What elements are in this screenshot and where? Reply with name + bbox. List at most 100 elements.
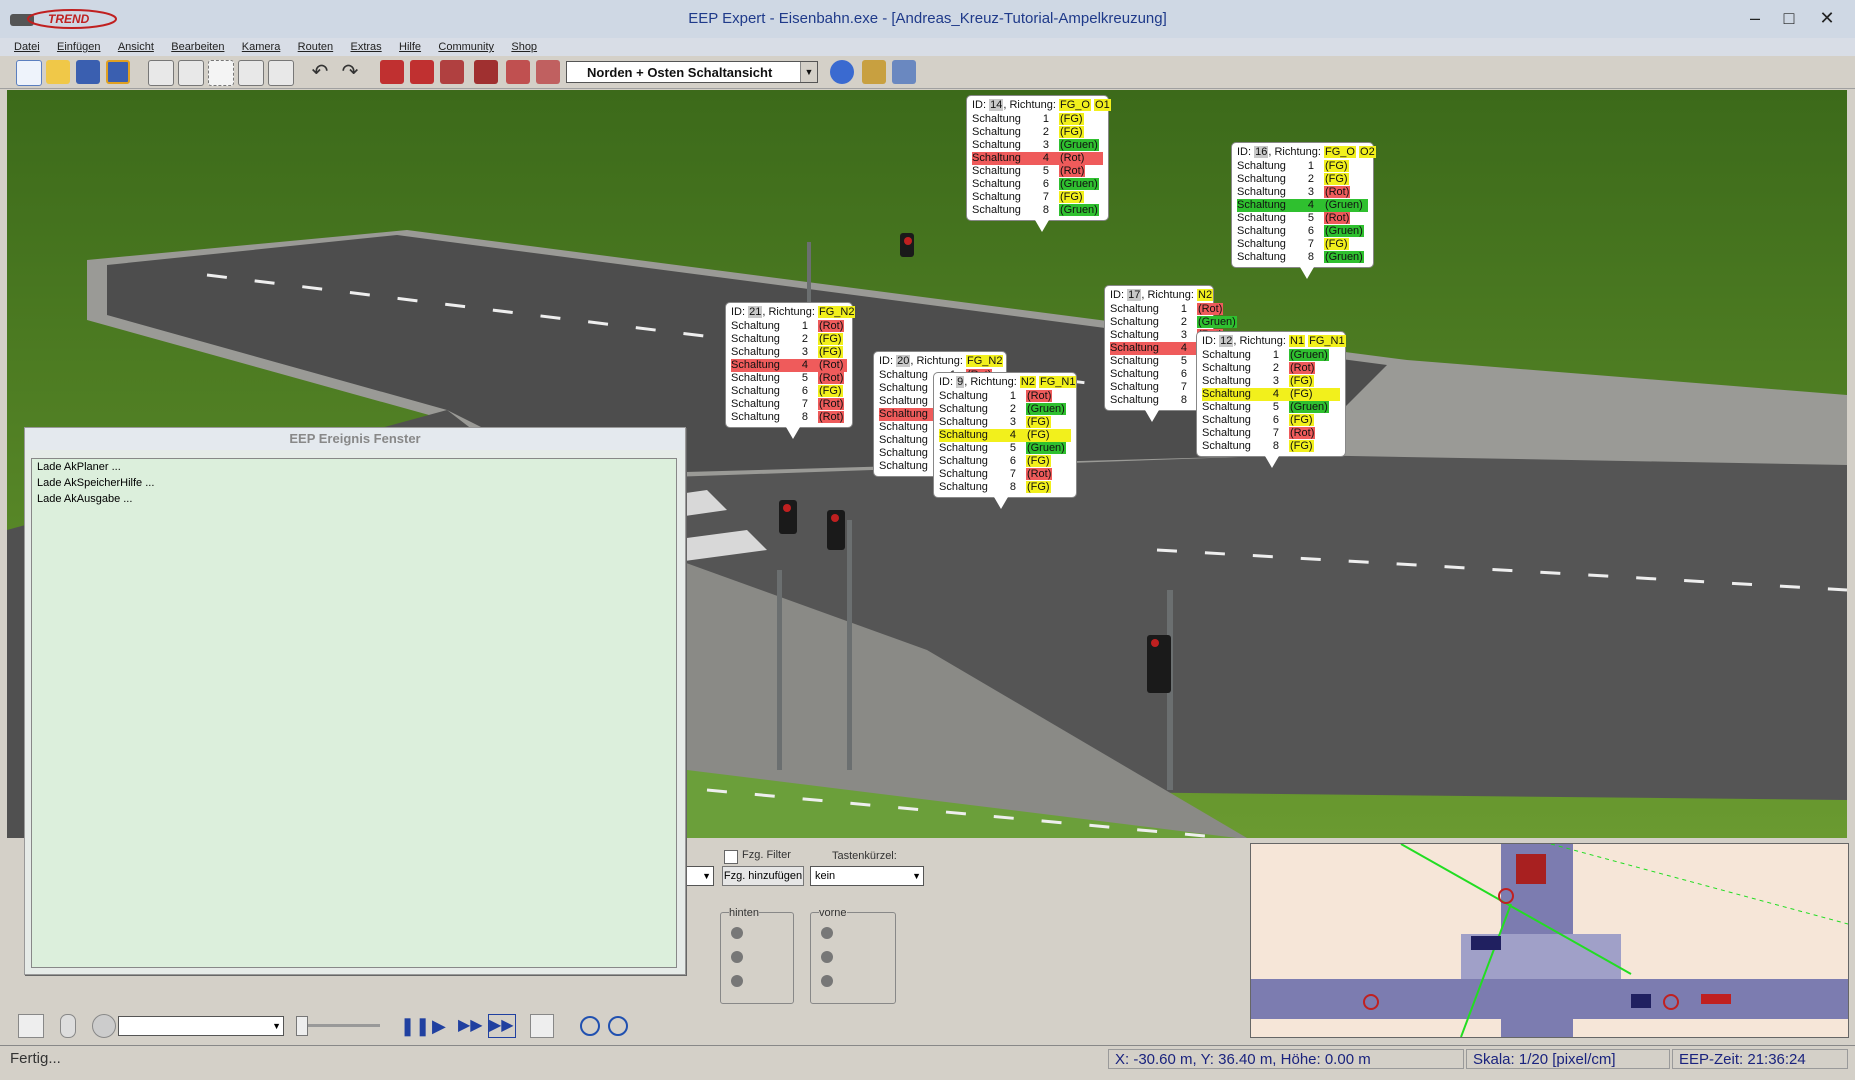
schaltung-row: Schaltung 6 (FG) xyxy=(939,455,1071,468)
schaltung-label: Schaltung xyxy=(1202,388,1251,400)
pause-icon[interactable]: ❚❚ xyxy=(400,1016,430,1036)
schaltung-number: 7 xyxy=(1307,238,1314,250)
menu-shop[interactable]: Shop xyxy=(511,38,537,56)
signal-state: (FG) xyxy=(1323,160,1349,172)
event-window[interactable]: EEP Ereignis Fenster Lade AkPlaner ... L… xyxy=(24,427,686,975)
lua-icon[interactable] xyxy=(892,60,916,84)
schaltung-label: Schaltung xyxy=(879,369,928,381)
vorne-label: vorne xyxy=(819,907,847,919)
menu-bearbeiten[interactable]: Bearbeiten xyxy=(171,38,224,56)
track-icon-2[interactable] xyxy=(410,60,434,84)
schaltung-label: Schaltung xyxy=(939,442,988,454)
schaltung-label: Schaltung xyxy=(1202,414,1251,426)
bubble-header: ID: 21, Richtung: FG_N2 xyxy=(731,306,856,319)
maximize-button[interactable]: □ xyxy=(1772,6,1806,30)
coupling-radio[interactable] xyxy=(731,927,743,939)
tools-icon[interactable] xyxy=(862,60,886,84)
select-icon[interactable] xyxy=(208,60,234,86)
schaltung-row: Schaltung 1 (FG) xyxy=(1237,160,1368,173)
coupling-radio[interactable] xyxy=(821,975,833,987)
signal-state: (Gruen) xyxy=(1323,225,1364,237)
paste-icon[interactable] xyxy=(178,60,204,86)
copy-icon[interactable] xyxy=(148,60,174,86)
zoom-in-icon[interactable] xyxy=(580,1016,600,1036)
schaltung-number: 5 xyxy=(1180,355,1187,367)
richtung-label: , Richtung: xyxy=(1233,335,1290,347)
signal-id: 14 xyxy=(989,99,1004,111)
play-icon[interactable]: ▶ xyxy=(432,1016,452,1036)
schaltung-row: Schaltung 5 (Gruen) xyxy=(1202,401,1340,414)
track-icon-4[interactable] xyxy=(474,60,498,84)
save-icon[interactable] xyxy=(76,60,100,84)
track-icon-5[interactable] xyxy=(506,60,530,84)
track-icon-6[interactable] xyxy=(536,60,560,84)
signal-state: (FG) xyxy=(1025,416,1051,428)
schaltung-number: 2 xyxy=(1272,362,1279,374)
fastest-forward-icon[interactable]: ▶▶ xyxy=(488,1014,516,1038)
edit-icon[interactable] xyxy=(18,1014,44,1038)
shortcut-select[interactable]: kein ▼ xyxy=(810,866,924,886)
menu-community[interactable]: Community xyxy=(438,38,494,56)
zoom-out-icon[interactable] xyxy=(608,1016,628,1036)
menu-extras[interactable]: Extras xyxy=(351,38,382,56)
new-file-icon[interactable] xyxy=(16,60,42,86)
undo-icon[interactable]: ↶ xyxy=(308,60,332,84)
coupling-radio[interactable] xyxy=(821,927,833,939)
vehicle-combo[interactable]: ▼ xyxy=(118,1016,284,1036)
schaltung-label: Schaltung xyxy=(972,126,1021,138)
menu-routen[interactable]: Routen xyxy=(298,38,333,56)
menu-datei[interactable]: Datei xyxy=(14,38,40,56)
schaltung-number: 5 xyxy=(1307,212,1314,224)
schaltung-row: Schaltung 5 (Rot) xyxy=(972,165,1103,178)
traffic-light[interactable] xyxy=(900,233,914,257)
menu-ansicht[interactable]: Ansicht xyxy=(118,38,154,56)
schaltung-row: Schaltung 8 (FG) xyxy=(1202,440,1340,453)
weather-icon[interactable] xyxy=(830,60,854,84)
schaltung-number: 5 xyxy=(1009,442,1016,454)
menu-hilfe[interactable]: Hilfe xyxy=(399,38,421,56)
signal-info-bubble: ID: 16, Richtung: FG_O O2 Schaltung 1 (FG) S… xyxy=(1231,142,1376,279)
coupling-radio[interactable] xyxy=(731,951,743,963)
fzg-filter-checkbox[interactable] xyxy=(724,850,738,864)
coupling-radio[interactable] xyxy=(731,975,743,987)
traffic-light[interactable] xyxy=(1147,635,1171,693)
view-select[interactable]: Norden + Osten Schaltansicht ▼ xyxy=(566,61,818,83)
schaltung-label: Schaltung xyxy=(731,385,780,397)
menu-kamera[interactable]: Kamera xyxy=(242,38,281,56)
signal-direction: N2 xyxy=(1197,289,1214,301)
add-vehicle-button[interactable]: Fzg. hinzufügen xyxy=(722,866,804,886)
schaltung-label: Schaltung xyxy=(731,372,780,384)
duplicate-icon[interactable] xyxy=(238,60,264,86)
speed-slider-thumb[interactable] xyxy=(296,1016,308,1036)
fast-forward-icon[interactable]: ▶▶ xyxy=(458,1016,483,1036)
bulb-icon[interactable] xyxy=(60,1014,76,1038)
minimize-button[interactable]: – xyxy=(1738,6,1772,30)
bubble-header: ID: 20, Richtung: FG_N2 xyxy=(879,355,1004,368)
redo-icon[interactable]: ↷ xyxy=(338,60,362,84)
bubble-tail xyxy=(1300,267,1314,279)
save-as-icon[interactable] xyxy=(106,60,130,84)
chevron-down-icon[interactable]: ▼ xyxy=(800,62,817,82)
track-icon-3[interactable] xyxy=(440,60,464,84)
track-overview-map[interactable] xyxy=(1250,843,1849,1038)
schaltung-label: Schaltung xyxy=(1237,186,1286,198)
open-folder-icon[interactable] xyxy=(46,60,70,84)
traffic-light[interactable] xyxy=(779,500,797,534)
move-icon[interactable] xyxy=(268,60,294,86)
bubble-tail xyxy=(1145,410,1159,422)
signal-state: (FG) xyxy=(1058,126,1084,138)
speed-slider[interactable] xyxy=(296,1024,380,1027)
settings-icon[interactable] xyxy=(92,1014,116,1038)
menu-einfuegen[interactable]: Einfügen xyxy=(57,38,100,56)
close-button[interactable]: ✕ xyxy=(1810,6,1844,30)
window-icon[interactable] xyxy=(530,1014,554,1038)
signal-direction: FG_O xyxy=(1059,99,1091,111)
signal-state: (Rot) xyxy=(1196,303,1224,315)
signal-state: (Gruen) xyxy=(1323,251,1364,263)
traffic-light[interactable] xyxy=(827,510,845,550)
schaltung-number: 2 xyxy=(1307,173,1314,185)
coupling-radio[interactable] xyxy=(821,951,833,963)
track-icon-1[interactable] xyxy=(380,60,404,84)
schaltung-number: 2 xyxy=(1042,126,1049,138)
schaltung-number: 6 xyxy=(1042,178,1049,190)
